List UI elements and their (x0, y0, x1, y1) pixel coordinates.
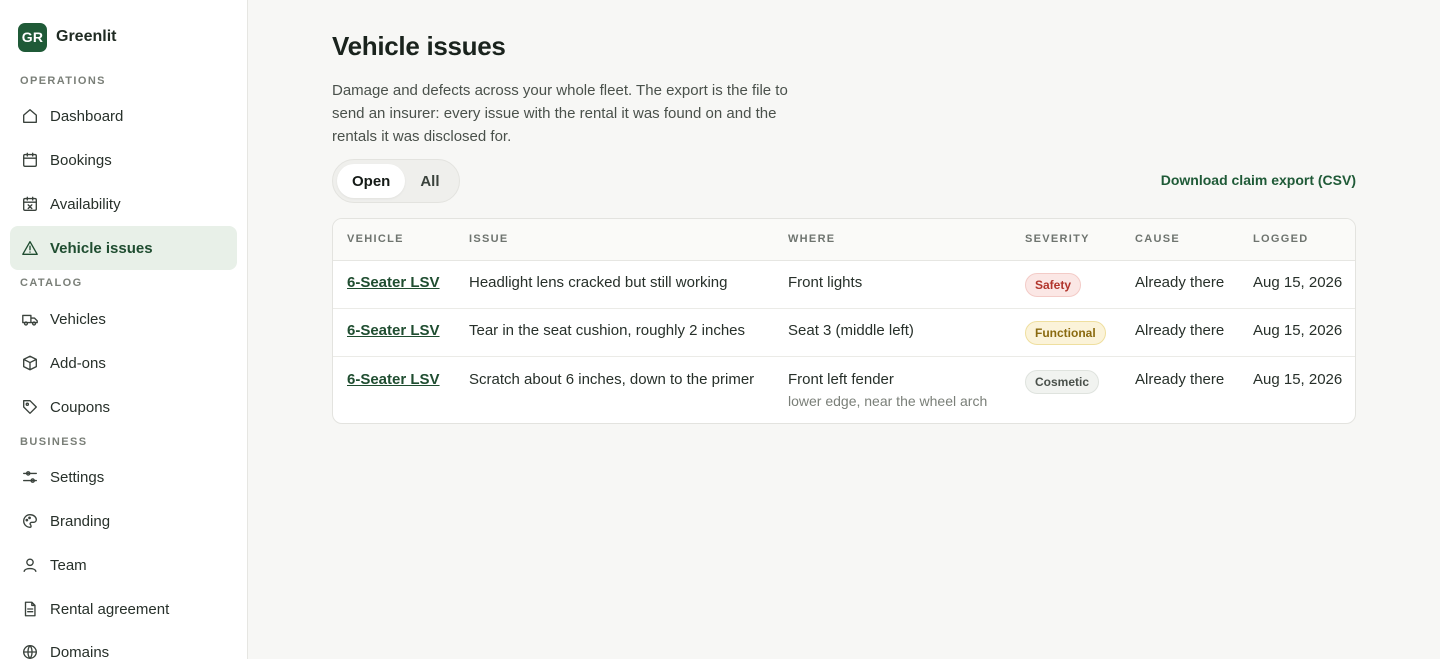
logged-cell: Aug 15, 2026 (1253, 321, 1343, 339)
where-cell: Front left fender lower edge, near the w… (774, 356, 1011, 422)
sidebar-item-label: Team (50, 556, 87, 574)
download-claim-export-link[interactable]: Download claim export (CSV) (1161, 172, 1356, 188)
box-icon (20, 354, 39, 373)
issue-cell: Headlight lens cracked but still working (469, 273, 728, 291)
sidebar-item-label: Bookings (50, 151, 112, 169)
document-icon (20, 600, 39, 619)
section-label-operations: OPERATIONS (20, 75, 106, 87)
column-header-logged[interactable]: LOGGED (1239, 219, 1355, 261)
sidebar-item-coupons[interactable]: Coupons (10, 385, 237, 429)
section-label-business: BUSINESS (20, 436, 88, 448)
brand-logo: GR (18, 22, 47, 52)
severity-badge: Cosmetic (1025, 369, 1100, 394)
column-header-cause[interactable]: CAUSE (1121, 219, 1239, 261)
page-description: Damage and defects across your whole fle… (332, 82, 788, 145)
truck-icon (20, 310, 39, 329)
sidebar: GR Greenlit OPERATIONS Dashboard Booking… (0, 0, 248, 659)
sidebar-item-label: Settings (50, 468, 105, 486)
sidebar-item-domains[interactable]: Domains (10, 630, 237, 659)
sidebar-item-label: Availability (50, 195, 121, 213)
table-row[interactable]: 6-Seater LSV Scratch about 6 inches, dow… (333, 356, 1355, 422)
where-cell: Seat 3 (middle left) (774, 308, 1011, 356)
vehicle-link[interactable]: 6-Seater LSV (347, 274, 440, 291)
sidebar-item-label: Add-ons (50, 354, 106, 372)
home-icon (20, 107, 39, 126)
calendar-icon (20, 151, 39, 170)
logged-cell: Aug 15, 2026 (1253, 273, 1343, 291)
calendar-x-icon (20, 195, 39, 214)
where-cell: Front lights (774, 260, 1011, 308)
sidebar-item-vehicle-issues[interactable]: Vehicle issues (10, 226, 237, 270)
sidebar-item-label: Vehicle issues (50, 239, 153, 257)
tab-open[interactable]: Open (337, 164, 406, 198)
column-header-severity[interactable]: SEVERITY (1011, 219, 1121, 261)
sidebar-item-branding[interactable]: Branding (10, 499, 237, 543)
severity-badge: Functional (1025, 320, 1106, 345)
filter-tabs: Open All (332, 159, 460, 203)
warning-icon (20, 239, 39, 258)
page-title: Vehicle issues (332, 31, 506, 61)
sidebar-item-bookings[interactable]: Bookings (10, 138, 237, 182)
sidebar-item-vehicles[interactable]: Vehicles (10, 297, 237, 341)
sidebar-item-label: Branding (50, 512, 111, 530)
logged-cell: Aug 15, 2026 (1253, 370, 1343, 388)
table-row[interactable]: 6-Seater LSV Tear in the seat cushion, r… (333, 308, 1355, 356)
brand-name: Greenlit (56, 28, 117, 45)
issue-cell: Tear in the seat cushion, roughly 2 inch… (469, 321, 745, 339)
where-detail: lower edge, near the wheel arch (788, 392, 988, 409)
tag-icon (20, 398, 39, 417)
where-text: Front left fender (788, 370, 894, 388)
sidebar-item-rental-agreement[interactable]: Rental agreement (10, 587, 237, 631)
cause-cell: Already there (1135, 370, 1225, 388)
table-header-row: VEHICLE ISSUE WHERE SEVERITY CAUSE LOGGE… (333, 219, 1355, 261)
table-row[interactable]: 6-Seater LSV Headlight lens cracked but … (333, 260, 1355, 308)
section-label-catalog: CATALOG (20, 277, 83, 289)
globe-icon (20, 643, 39, 659)
cause-cell: Already there (1135, 321, 1225, 339)
tab-all[interactable]: All (405, 164, 454, 198)
column-header-where[interactable]: WHERE (774, 219, 1011, 261)
sidebar-item-settings[interactable]: Settings (10, 455, 237, 499)
cause-cell: Already there (1135, 273, 1225, 291)
sidebar-item-label: Rental agreement (50, 600, 170, 618)
vehicle-link[interactable]: 6-Seater LSV (347, 322, 440, 339)
sidebar-item-label: Dashboard (50, 107, 124, 125)
user-icon (20, 556, 39, 575)
sidebar-item-availability[interactable]: Availability (10, 182, 237, 226)
column-header-issue[interactable]: ISSUE (455, 219, 774, 261)
severity-badge: Safety (1025, 272, 1082, 297)
where-text: Seat 3 (middle left) (788, 321, 914, 339)
sidebar-item-team[interactable]: Team (10, 543, 237, 587)
palette-icon (20, 512, 39, 531)
sidebar-item-label: Coupons (50, 398, 111, 416)
brand[interactable]: GR Greenlit (0, 0, 247, 74)
issues-table: VEHICLE ISSUE WHERE SEVERITY CAUSE LOGGE… (332, 218, 1356, 424)
issue-cell: Scratch about 6 inches, down to the prim… (469, 370, 755, 388)
column-header-vehicle[interactable]: VEHICLE (333, 219, 455, 261)
sidebar-item-add-ons[interactable]: Add-ons (10, 341, 237, 385)
sidebar-item-dashboard[interactable]: Dashboard (10, 94, 237, 138)
where-text: Front lights (788, 273, 863, 291)
sidebar-item-label: Vehicles (50, 310, 106, 328)
sidebar-item-label: Domains (50, 643, 110, 659)
sliders-icon (20, 468, 39, 487)
vehicle-link[interactable]: 6-Seater LSV (347, 371, 440, 388)
